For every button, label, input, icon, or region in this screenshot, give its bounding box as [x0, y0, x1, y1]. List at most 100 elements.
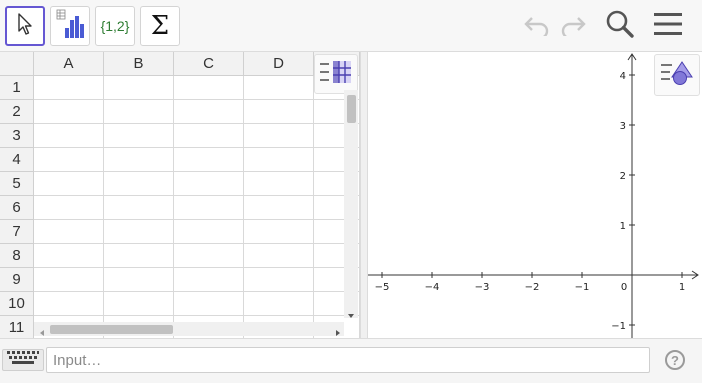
- spreadsheet-cell[interactable]: [104, 100, 174, 124]
- view-divider[interactable]: [360, 52, 368, 338]
- spreadsheet-cell[interactable]: [34, 76, 104, 100]
- spreadsheet-cell[interactable]: [244, 172, 314, 196]
- spreadsheet-cell[interactable]: [104, 196, 174, 220]
- spreadsheet-cell[interactable]: [244, 220, 314, 244]
- row-header-8[interactable]: 8: [0, 244, 34, 268]
- redo-icon: [558, 12, 588, 41]
- horizontal-scroll-thumb[interactable]: [50, 325, 173, 334]
- algebra-input-field[interactable]: [46, 347, 650, 373]
- spreadsheet-cell[interactable]: [244, 100, 314, 124]
- y-tick-label: 2: [620, 171, 626, 182]
- spreadsheet-cell[interactable]: [174, 124, 244, 148]
- move-tool-button[interactable]: [5, 6, 45, 46]
- spreadsheet-cell[interactable]: [104, 172, 174, 196]
- spreadsheet-cell[interactable]: [104, 76, 174, 100]
- spreadsheet-cell[interactable]: [34, 148, 104, 172]
- x-tick-label: 0: [621, 282, 627, 293]
- scroll-right-arrow[interactable]: [333, 325, 343, 336]
- spreadsheet-cell[interactable]: [174, 268, 244, 292]
- help-button[interactable]: ?: [665, 350, 685, 370]
- spreadsheet-cell[interactable]: [104, 244, 174, 268]
- sum-label: Σ: [150, 11, 170, 41]
- row-header-10[interactable]: 10: [0, 292, 34, 316]
- spreadsheet-cell[interactable]: [244, 196, 314, 220]
- create-list-button[interactable]: {1,2}: [95, 6, 135, 46]
- create-list-label: {1,2}: [100, 18, 130, 34]
- spreadsheet-cell[interactable]: [244, 124, 314, 148]
- y-tick-label: 3: [620, 121, 626, 132]
- spreadsheet-cell[interactable]: [104, 292, 174, 316]
- spreadsheet-cell[interactable]: [244, 244, 314, 268]
- spreadsheet-cell[interactable]: [244, 76, 314, 100]
- spreadsheet-cell[interactable]: [104, 268, 174, 292]
- y-tick-label: −1: [611, 321, 626, 332]
- spreadsheet-cell[interactable]: [34, 244, 104, 268]
- sum-button[interactable]: Σ: [140, 6, 180, 46]
- search-button[interactable]: [604, 10, 636, 42]
- y-tick-label: 4: [620, 71, 626, 82]
- row-header-5[interactable]: 5: [0, 172, 34, 196]
- column-header-b[interactable]: B: [104, 52, 174, 76]
- spreadsheet-cell[interactable]: [104, 148, 174, 172]
- keyboard-icon: [6, 350, 40, 371]
- row-header-7[interactable]: 7: [0, 220, 34, 244]
- grid-options-icon: [319, 60, 353, 89]
- vertical-scrollbar[interactable]: [344, 90, 358, 318]
- search-icon: [605, 9, 635, 44]
- one-variable-analysis-button[interactable]: [50, 6, 90, 46]
- row-header-9[interactable]: 9: [0, 268, 34, 292]
- main-menu-button[interactable]: [652, 10, 684, 42]
- spreadsheet-view: A B C D 1 2 3 4 5 6 7 8 9 10 11: [0, 52, 360, 338]
- column-header-d[interactable]: D: [244, 52, 314, 76]
- spreadsheet-cell[interactable]: [174, 196, 244, 220]
- x-tick-label: −1: [575, 282, 590, 293]
- spreadsheet-cell[interactable]: [174, 148, 244, 172]
- spreadsheet-cell[interactable]: [34, 220, 104, 244]
- x-tick-label: −5: [375, 282, 390, 293]
- row-header-4[interactable]: 4: [0, 148, 34, 172]
- graphics-style-bar-button[interactable]: [654, 54, 700, 96]
- spreadsheet-cell[interactable]: [174, 172, 244, 196]
- row-header-3[interactable]: 3: [0, 124, 34, 148]
- spreadsheet-cell[interactable]: [104, 124, 174, 148]
- row-header-11[interactable]: 11: [0, 316, 34, 338]
- redo-button[interactable]: [557, 10, 589, 42]
- spreadsheet-cell[interactable]: [34, 196, 104, 220]
- x-tick-label: 1: [679, 282, 685, 293]
- spreadsheet-cell[interactable]: [34, 100, 104, 124]
- spreadsheet-cell[interactable]: [174, 76, 244, 100]
- arrow-pointer-icon: [14, 12, 36, 41]
- scroll-down-arrow[interactable]: [346, 308, 356, 318]
- spreadsheet-cell[interactable]: [244, 148, 314, 172]
- column-header-c[interactable]: C: [174, 52, 244, 76]
- keyboard-button[interactable]: [2, 349, 44, 371]
- y-tick-label: 1: [620, 221, 626, 232]
- spreadsheet-cell[interactable]: [34, 172, 104, 196]
- spreadsheet-cell[interactable]: [174, 292, 244, 316]
- undo-icon: [522, 12, 552, 41]
- undo-button[interactable]: [521, 10, 553, 42]
- menu-icon: [653, 11, 683, 42]
- spreadsheet-cell[interactable]: [104, 220, 174, 244]
- spreadsheet-cell[interactable]: [34, 268, 104, 292]
- scroll-left-arrow[interactable]: [37, 325, 47, 336]
- spreadsheet-style-bar-button[interactable]: [314, 54, 358, 94]
- row-header-6[interactable]: 6: [0, 196, 34, 220]
- coordinate-axes: −5 −4 −3 −2 −1 0 1 4 3 2 1 −1: [368, 53, 699, 338]
- column-header-a[interactable]: A: [34, 52, 104, 76]
- spreadsheet-cell[interactable]: [174, 244, 244, 268]
- spreadsheet-cell[interactable]: [174, 100, 244, 124]
- vertical-scroll-thumb[interactable]: [347, 95, 356, 123]
- x-tick-label: −2: [525, 282, 540, 293]
- shapes-options-icon: [660, 59, 694, 92]
- spreadsheet-cell[interactable]: [174, 220, 244, 244]
- spreadsheet-cell[interactable]: [34, 124, 104, 148]
- row-header-1[interactable]: 1: [0, 76, 34, 100]
- bar-chart-icon: [54, 8, 86, 45]
- spreadsheet-cell[interactable]: [34, 292, 104, 316]
- spreadsheet-corner: [0, 52, 34, 76]
- spreadsheet-cell[interactable]: [244, 268, 314, 292]
- row-header-2[interactable]: 2: [0, 100, 34, 124]
- spreadsheet-cell[interactable]: [244, 292, 314, 316]
- graphics-view[interactable]: −5 −4 −3 −2 −1 0 1 4 3 2 1 −1: [368, 52, 702, 338]
